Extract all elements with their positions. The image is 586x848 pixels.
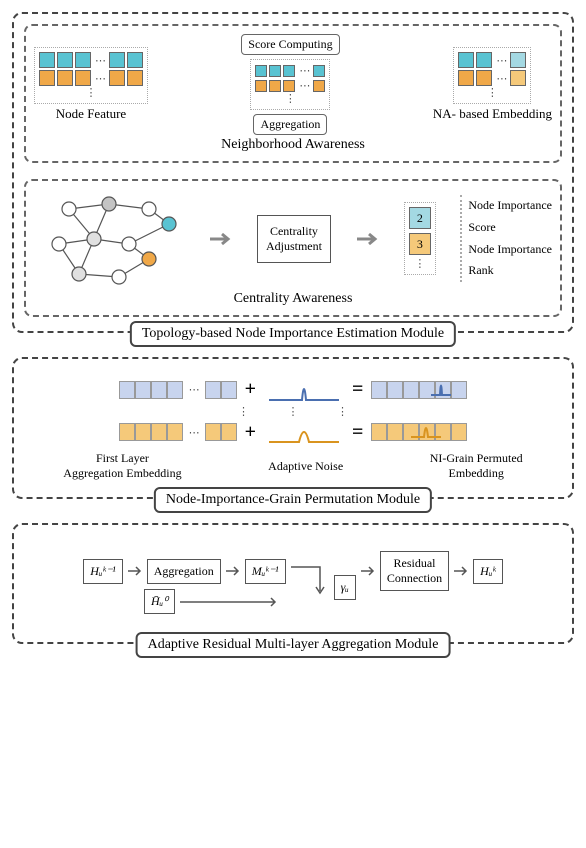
H-k-box: Hᵤᵏ	[473, 559, 503, 584]
aggregation-box: Aggregation	[147, 559, 221, 584]
arrow-icon	[127, 565, 143, 577]
arrow-icon	[360, 565, 376, 577]
score-computing-pill: Score Computing	[241, 34, 339, 55]
na-embedding: ⋯ ⋯ ⋮ NA- based Embedding	[433, 47, 552, 122]
permutation-module: ⋯ + = ⋮ ⋮ ⋮ ⋯ + = First Layer Aggregatio…	[12, 357, 574, 500]
neighborhood-awareness: ⋯ ⋯ ⋮ Node Feature Score Computing ⋯ ⋯ ⋮…	[24, 24, 562, 163]
aggregation-pill: Aggregation	[253, 114, 327, 135]
residual-box: Residual Connection	[380, 551, 449, 591]
score-value: 2	[409, 207, 431, 229]
neighborhood-label: Neighborhood Awareness	[34, 137, 552, 153]
H-prev-box: Hᵤᵏ⁻¹	[83, 559, 123, 584]
noise-curve-orange	[264, 417, 344, 447]
M-prev-box: Mᵤᵏ⁻¹	[245, 559, 286, 584]
arrow-icon	[453, 565, 469, 577]
intermediate-features: ⋯ ⋯ ⋮	[250, 59, 330, 110]
noise-curve-blue	[264, 375, 344, 405]
na-embedding-label: NA- based Embedding	[433, 106, 552, 122]
topology-module: ⋯ ⋯ ⋮ Node Feature Score Computing ⋯ ⋯ ⋮…	[12, 12, 574, 333]
arrow-icon	[355, 230, 379, 248]
permutation-row-1: ⋯ + =	[24, 375, 562, 405]
permuted-label: NI-Grain Permuted Embedding	[430, 451, 523, 481]
node-feature: ⋯ ⋯ ⋮ Node Feature	[34, 47, 148, 122]
module2-label: Node-Importance-Grain Permutation Module	[154, 487, 432, 513]
module3-label: Adaptive Residual Multi-layer Aggregatio…	[136, 632, 451, 658]
residual-module: Hᵤᵏ⁻¹ Aggregation Mᵤᵏ⁻¹ γᵤ Residual Conn…	[12, 523, 574, 644]
permutation-row-2: ⋯ + =	[24, 417, 562, 447]
rank-value: 3	[409, 233, 431, 255]
centrality-awareness: Centrality Adjustment 2 3 ⋮ Node Importa…	[24, 179, 562, 317]
arrow-icon	[225, 565, 241, 577]
centrality-label: Centrality Awareness	[34, 291, 552, 307]
arrow-icon	[179, 596, 279, 608]
module1-label: Topology-based Node Importance Estimatio…	[130, 321, 456, 347]
first-layer-label: First Layer Aggregation Embedding	[63, 451, 181, 481]
adaptive-noise-label: Adaptive Noise	[268, 459, 343, 474]
graph-illustration	[34, 189, 184, 289]
gamma-box: γᵤ	[334, 575, 356, 600]
arrow-icon	[208, 230, 232, 248]
merge-arrows	[290, 561, 330, 601]
H0-box: H̄ᵤ⁰	[144, 589, 175, 614]
node-feature-label: Node Feature	[56, 106, 126, 122]
importance-scores: 2 3 ⋮	[404, 202, 436, 275]
importance-labels: Node Importance Score Node Importance Ra…	[460, 195, 552, 281]
centrality-adjustment-box: Centrality Adjustment	[257, 215, 331, 263]
